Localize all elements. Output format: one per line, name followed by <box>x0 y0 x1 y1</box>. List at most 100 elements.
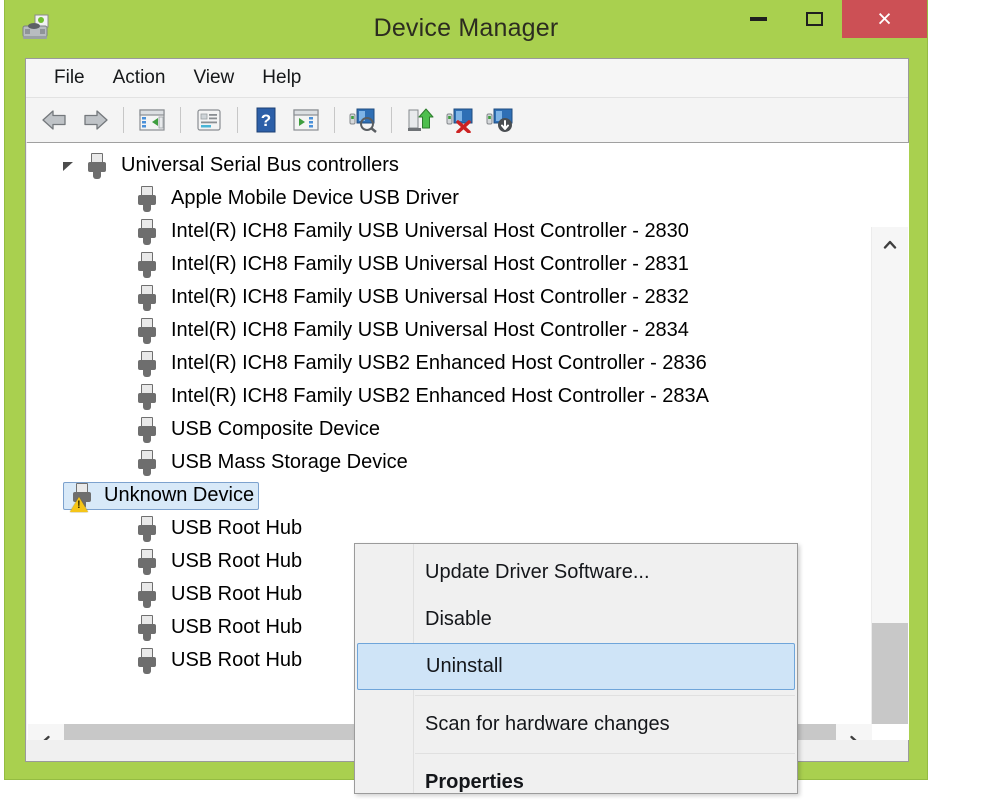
tree-row-label: USB Root Hub <box>171 517 303 539</box>
menu-file[interactable]: File <box>40 64 99 92</box>
show-hide-action-pane-button[interactable] <box>287 102 325 138</box>
tree-row[interactable]: Intel(R) ICH8 Family USB Universal Host … <box>27 314 872 347</box>
svg-text:?: ? <box>261 111 271 130</box>
tree-row-label: Intel(R) ICH8 Family USB Universal Host … <box>171 319 689 341</box>
usb-device-icon <box>137 647 159 674</box>
expander-collapse-icon[interactable] <box>57 159 79 173</box>
context-menu-separator <box>415 753 795 754</box>
context-menu-items: Update Driver Software... Disable Uninstal… <box>355 544 797 801</box>
update-driver-button[interactable] <box>401 102 439 138</box>
usb-device-icon <box>137 284 159 311</box>
tree-row[interactable]: USB Mass Storage Device <box>27 446 872 479</box>
uninstall-device-icon <box>446 108 473 133</box>
scan-hardware-icon <box>349 108 377 133</box>
back-arrow-icon <box>42 110 66 130</box>
tree-row[interactable]: Apple Mobile Device USB Driver <box>27 182 872 215</box>
usb-device-icon <box>137 614 159 641</box>
context-menu-item-label: Uninstall <box>426 655 503 677</box>
menu-help[interactable]: Help <box>248 64 315 92</box>
menu-action[interactable]: Action <box>99 64 180 92</box>
context-menu-separator <box>415 695 795 696</box>
tree-row-label: USB Root Hub <box>171 583 303 605</box>
title-bar: Device Manager × <box>5 0 927 58</box>
tree-row-label: USB Root Hub <box>171 550 303 572</box>
tree-row-root[interactable]: Universal Serial Bus controllers <box>27 149 872 182</box>
maximize-icon <box>805 12 823 26</box>
usb-device-icon <box>137 218 159 245</box>
show-hide-console-tree-button[interactable] <box>133 102 171 138</box>
device-manager-window: Device Manager × File Action View Help ?… <box>4 0 928 794</box>
tree-row[interactable]: Intel(R) ICH8 Family USB2 Enhanced Host … <box>27 380 872 413</box>
tree-row-label: Apple Mobile Device USB Driver <box>171 187 459 209</box>
toolbar-separator-3 <box>237 107 238 133</box>
tree-row[interactable]: Intel(R) ICH8 Family USB2 Enhanced Host … <box>27 347 872 380</box>
tree-row-label: Intel(R) ICH8 Family USB Universal Host … <box>171 286 689 308</box>
tree-row[interactable]: Intel(R) ICH8 Family USB Universal Host … <box>27 248 872 281</box>
scan-for-hardware-changes-button[interactable] <box>344 102 382 138</box>
toolbar: ? <box>26 98 908 143</box>
usb-device-icon <box>137 416 159 443</box>
screen: Device Manager × File Action View Help ?… <box>0 0 1000 801</box>
menu-bar: File Action View Help <box>26 59 908 98</box>
usb-device-icon <box>137 350 159 377</box>
usb-device-icon <box>137 251 159 278</box>
maximize-button[interactable] <box>786 0 842 38</box>
help-button[interactable]: ? <box>247 102 285 138</box>
add-legacy-hardware-button[interactable] <box>481 102 519 138</box>
toolbar-separator-1 <box>123 107 124 133</box>
forward-arrow-icon <box>84 110 108 130</box>
ctx-properties[interactable]: Properties <box>357 759 795 801</box>
tree-row-label: Intel(R) ICH8 Family USB2 Enhanced Host … <box>171 352 707 374</box>
menu-view[interactable]: View <box>179 64 248 92</box>
ctx-uninstall[interactable]: Uninstall <box>357 643 795 690</box>
properties-icon <box>197 109 221 131</box>
properties-button[interactable] <box>190 102 228 138</box>
context-menu[interactable]: Update Driver Software... Disable Uninstal… <box>354 543 798 794</box>
context-menu-item-label: Disable <box>425 608 492 630</box>
uninstall-device-button[interactable] <box>441 102 479 138</box>
context-menu-item-label: Update Driver Software... <box>425 561 650 583</box>
minimize-button[interactable] <box>730 0 786 38</box>
toolbar-separator-4 <box>334 107 335 133</box>
context-menu-item-label: Scan for hardware changes <box>425 713 670 735</box>
back-button[interactable] <box>36 102 74 138</box>
close-button[interactable]: × <box>842 0 927 38</box>
tree-row[interactable]: Intel(R) ICH8 Family USB Universal Host … <box>27 215 872 248</box>
tree-row-label: Universal Serial Bus controllers <box>121 154 399 176</box>
tree-row-label: Unknown Device <box>104 484 255 506</box>
tree-row-label: Intel(R) ICH8 Family USB Universal Host … <box>171 220 689 242</box>
usb-device-icon <box>137 383 159 410</box>
vertical-scrollbar[interactable] <box>871 227 908 761</box>
action-pane-icon <box>293 109 319 131</box>
warning-triangle-icon <box>70 496 88 512</box>
tree-row-selected[interactable]: Unknown Device <box>27 479 872 512</box>
ctx-disable[interactable]: Disable <box>357 596 795 643</box>
tree-row-label: Intel(R) ICH8 Family USB Universal Host … <box>171 253 689 275</box>
caption-button-group: × <box>730 0 927 38</box>
update-driver-icon <box>408 108 434 131</box>
toolbar-separator-5 <box>391 107 392 133</box>
tree-row[interactable]: USB Root Hub <box>27 512 872 545</box>
usb-device-icon <box>137 317 159 344</box>
tree-row[interactable]: Intel(R) ICH8 Family USB Universal Host … <box>27 281 872 314</box>
toolbar-separator-2 <box>180 107 181 133</box>
scroll-up-button[interactable] <box>872 227 908 263</box>
tree-row[interactable]: USB Composite Device <box>27 413 872 446</box>
ctx-scan-for-hardware-changes[interactable]: Scan for hardware changes <box>357 701 795 748</box>
usb-device-icon <box>87 152 109 179</box>
close-icon: × <box>877 4 892 33</box>
tree-row-label: Intel(R) ICH8 Family USB2 Enhanced Host … <box>171 385 709 407</box>
forward-button[interactable] <box>76 102 114 138</box>
tree-row-label: USB Composite Device <box>171 418 380 440</box>
help-question-icon: ? <box>256 107 276 133</box>
selection-box: Unknown Device <box>63 481 260 512</box>
usb-device-icon <box>137 185 159 212</box>
tree-row-label: USB Root Hub <box>171 649 303 671</box>
usb-device-icon <box>137 581 159 608</box>
ctx-update-driver-software[interactable]: Update Driver Software... <box>357 549 795 596</box>
context-menu-item-label: Properties <box>425 771 524 793</box>
tree-row-label: USB Root Hub <box>171 616 303 638</box>
usb-device-icon <box>137 449 159 476</box>
usb-device-warning-icon <box>70 482 94 512</box>
console-tree-icon <box>139 109 165 131</box>
